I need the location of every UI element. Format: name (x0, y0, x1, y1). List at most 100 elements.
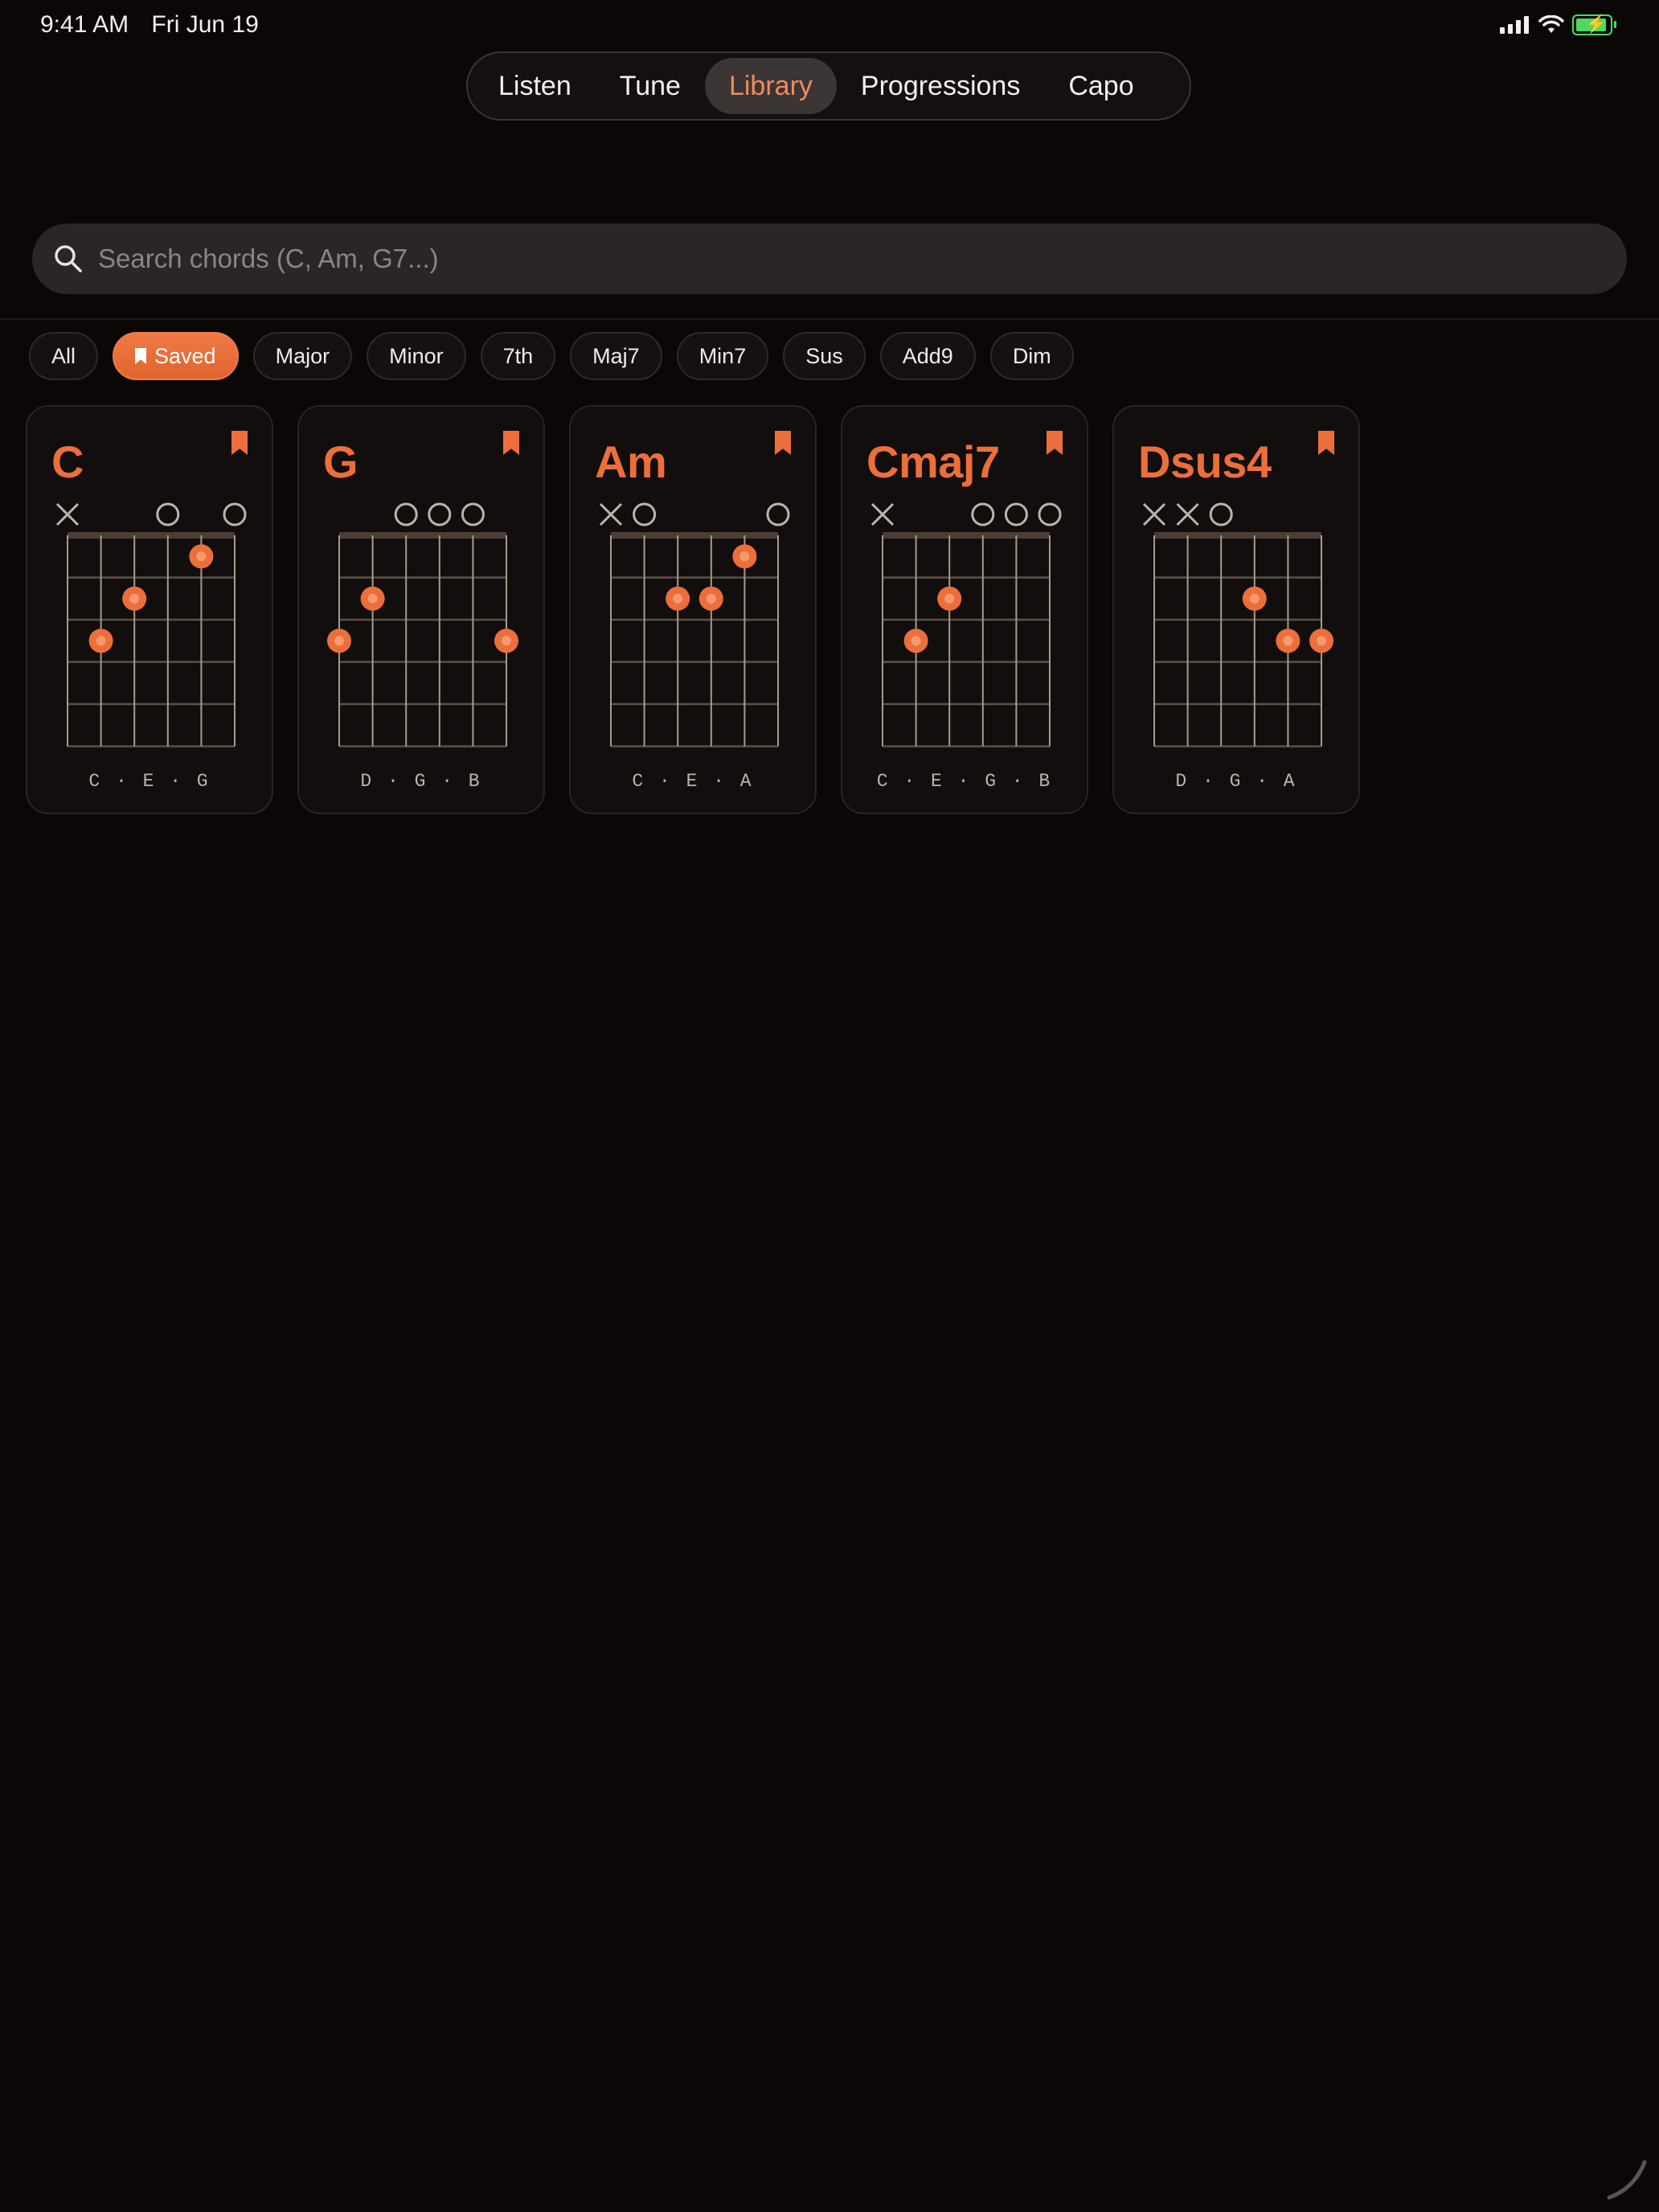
finger-dot-center (334, 636, 344, 646)
filter-chip-label: Maj7 (592, 343, 640, 368)
chord-name: Am (595, 436, 667, 487)
filter-chip-label: Min7 (698, 343, 747, 368)
chord-diagram (599, 502, 790, 748)
chord-notes: C · E · G (88, 771, 211, 792)
nut (611, 532, 778, 539)
nut (883, 532, 1050, 539)
scroll-indicator (1607, 2160, 1647, 2200)
filter-chip-minor[interactable]: Minor (367, 332, 466, 380)
open-string-icon (633, 502, 657, 526)
finger-dot-center (1317, 636, 1326, 646)
chord-notes: C · E · A (632, 771, 754, 792)
filter-chip-dim[interactable]: Dim (989, 332, 1074, 380)
chord-card-dsus4[interactable]: Dsus4 D · G · A (1112, 405, 1360, 814)
finger-dot-center (196, 551, 207, 562)
search-input[interactable] (96, 243, 1546, 275)
chord-name: Cmaj7 (866, 436, 1000, 487)
filter-chip-label: Saved (154, 343, 216, 368)
chord-notes: D · G · A (1175, 771, 1297, 792)
search-bar[interactable] (32, 223, 1627, 294)
open-string-icon (1209, 502, 1233, 526)
finger-dot-center (673, 593, 683, 604)
muted-string-icon (1142, 502, 1166, 526)
muted-string-icon (870, 502, 895, 526)
filter-chip-all[interactable]: All (29, 332, 99, 380)
muted-string-icon (599, 502, 623, 526)
chord-diagram (55, 502, 247, 748)
open-string-icon (156, 502, 180, 526)
nut (68, 532, 235, 539)
filter-chip-label: All (51, 343, 76, 368)
bookmark-icon[interactable] (231, 431, 248, 455)
status-bar: 9:41 AM Fri Jun 19 (40, 11, 275, 39)
chord-diagram (870, 502, 1062, 748)
muted-string-icon (1176, 502, 1199, 526)
filter-chip-7th[interactable]: 7th (480, 332, 556, 380)
chord-grid: C C · E · G G D · G · B Am C · E · A Cmaj7 C · … (26, 405, 1360, 814)
finger-dot-center (944, 593, 955, 604)
finger-dot-center (911, 636, 921, 646)
filter-chip-label: Dim (1012, 343, 1051, 368)
tab-tune[interactable]: Tune (596, 58, 705, 114)
bookmark-icon[interactable] (1047, 431, 1063, 455)
bookmark-icon[interactable] (503, 431, 519, 455)
status-time: 9:41 AM (40, 11, 129, 38)
open-string-icon (461, 502, 485, 526)
chord-name: G (323, 436, 358, 487)
finger-dot-center (706, 593, 716, 604)
nut (339, 532, 506, 539)
chord-card-cmaj7[interactable]: Cmaj7 C · E · G · B (841, 405, 1088, 814)
chord-card-g[interactable]: G D · G · B (297, 405, 545, 814)
chord-notes: D · G · B (360, 771, 482, 792)
open-string-icon (223, 502, 247, 526)
top-segmented-nav: Listen Tune Library Progressions Capo (466, 51, 1191, 121)
chord-card-am[interactable]: Am C · E · A (569, 405, 817, 814)
filter-chip-maj7[interactable]: Maj7 (570, 332, 662, 380)
status-date: Fri Jun 19 (151, 11, 259, 38)
chord-name: Dsus4 (1138, 436, 1272, 487)
divider (0, 318, 1659, 320)
search-icon (55, 245, 82, 272)
nut (1154, 532, 1321, 539)
open-string-icon (394, 502, 418, 526)
finger-dot-center (739, 551, 750, 562)
chord-name: C (51, 436, 84, 487)
filter-chips: All Saved Major Minor 7th Maj7 Min7 Sus Add9 Dim (29, 332, 1074, 380)
filter-chip-label: Sus (805, 343, 843, 368)
filter-chip-add9[interactable]: Add9 (879, 332, 976, 380)
tab-capo[interactable]: Capo (1044, 58, 1157, 114)
filter-chip-label: 7th (502, 343, 534, 368)
status-icons: ⚡ (1500, 14, 1616, 35)
filter-chip-label: Minor (389, 343, 444, 368)
chord-card-c[interactable]: C C · E · G (26, 405, 273, 814)
muted-string-icon (55, 502, 80, 526)
finger-dot-center (1249, 593, 1260, 604)
bookmark-icon[interactable] (1318, 431, 1334, 455)
finger-dot-center (96, 636, 106, 646)
wifi-icon (1538, 15, 1564, 33)
bookmark-icon (135, 348, 147, 364)
finger-dot-center (1283, 636, 1293, 646)
filter-chip-label: Major (275, 343, 330, 368)
tab-listen[interactable]: Listen (474, 58, 596, 114)
open-string-icon (1004, 502, 1028, 526)
chord-notes: C · E · G · B (876, 771, 1053, 792)
filter-chip-label: Add9 (902, 343, 953, 368)
filter-chip-saved[interactable]: Saved (113, 332, 239, 380)
bookmark-icon[interactable] (775, 431, 791, 455)
open-string-icon (766, 502, 790, 526)
finger-dot-center (502, 636, 511, 646)
battery-charging-icon: ⚡ (1572, 14, 1616, 35)
open-string-icon (1038, 502, 1062, 526)
tab-progressions[interactable]: Progressions (837, 58, 1044, 114)
chord-diagram (327, 502, 518, 748)
filter-chip-major[interactable]: Major (252, 332, 353, 380)
chord-diagram (1142, 502, 1333, 748)
cellular-signal-icon (1500, 16, 1529, 34)
filter-chip-min7[interactable]: Min7 (676, 332, 769, 380)
finger-dot-center (367, 593, 378, 604)
tab-library[interactable]: Library (704, 58, 837, 114)
finger-dot-center (129, 593, 140, 604)
filter-chip-sus[interactable]: Sus (783, 332, 866, 380)
open-string-icon (428, 502, 452, 526)
